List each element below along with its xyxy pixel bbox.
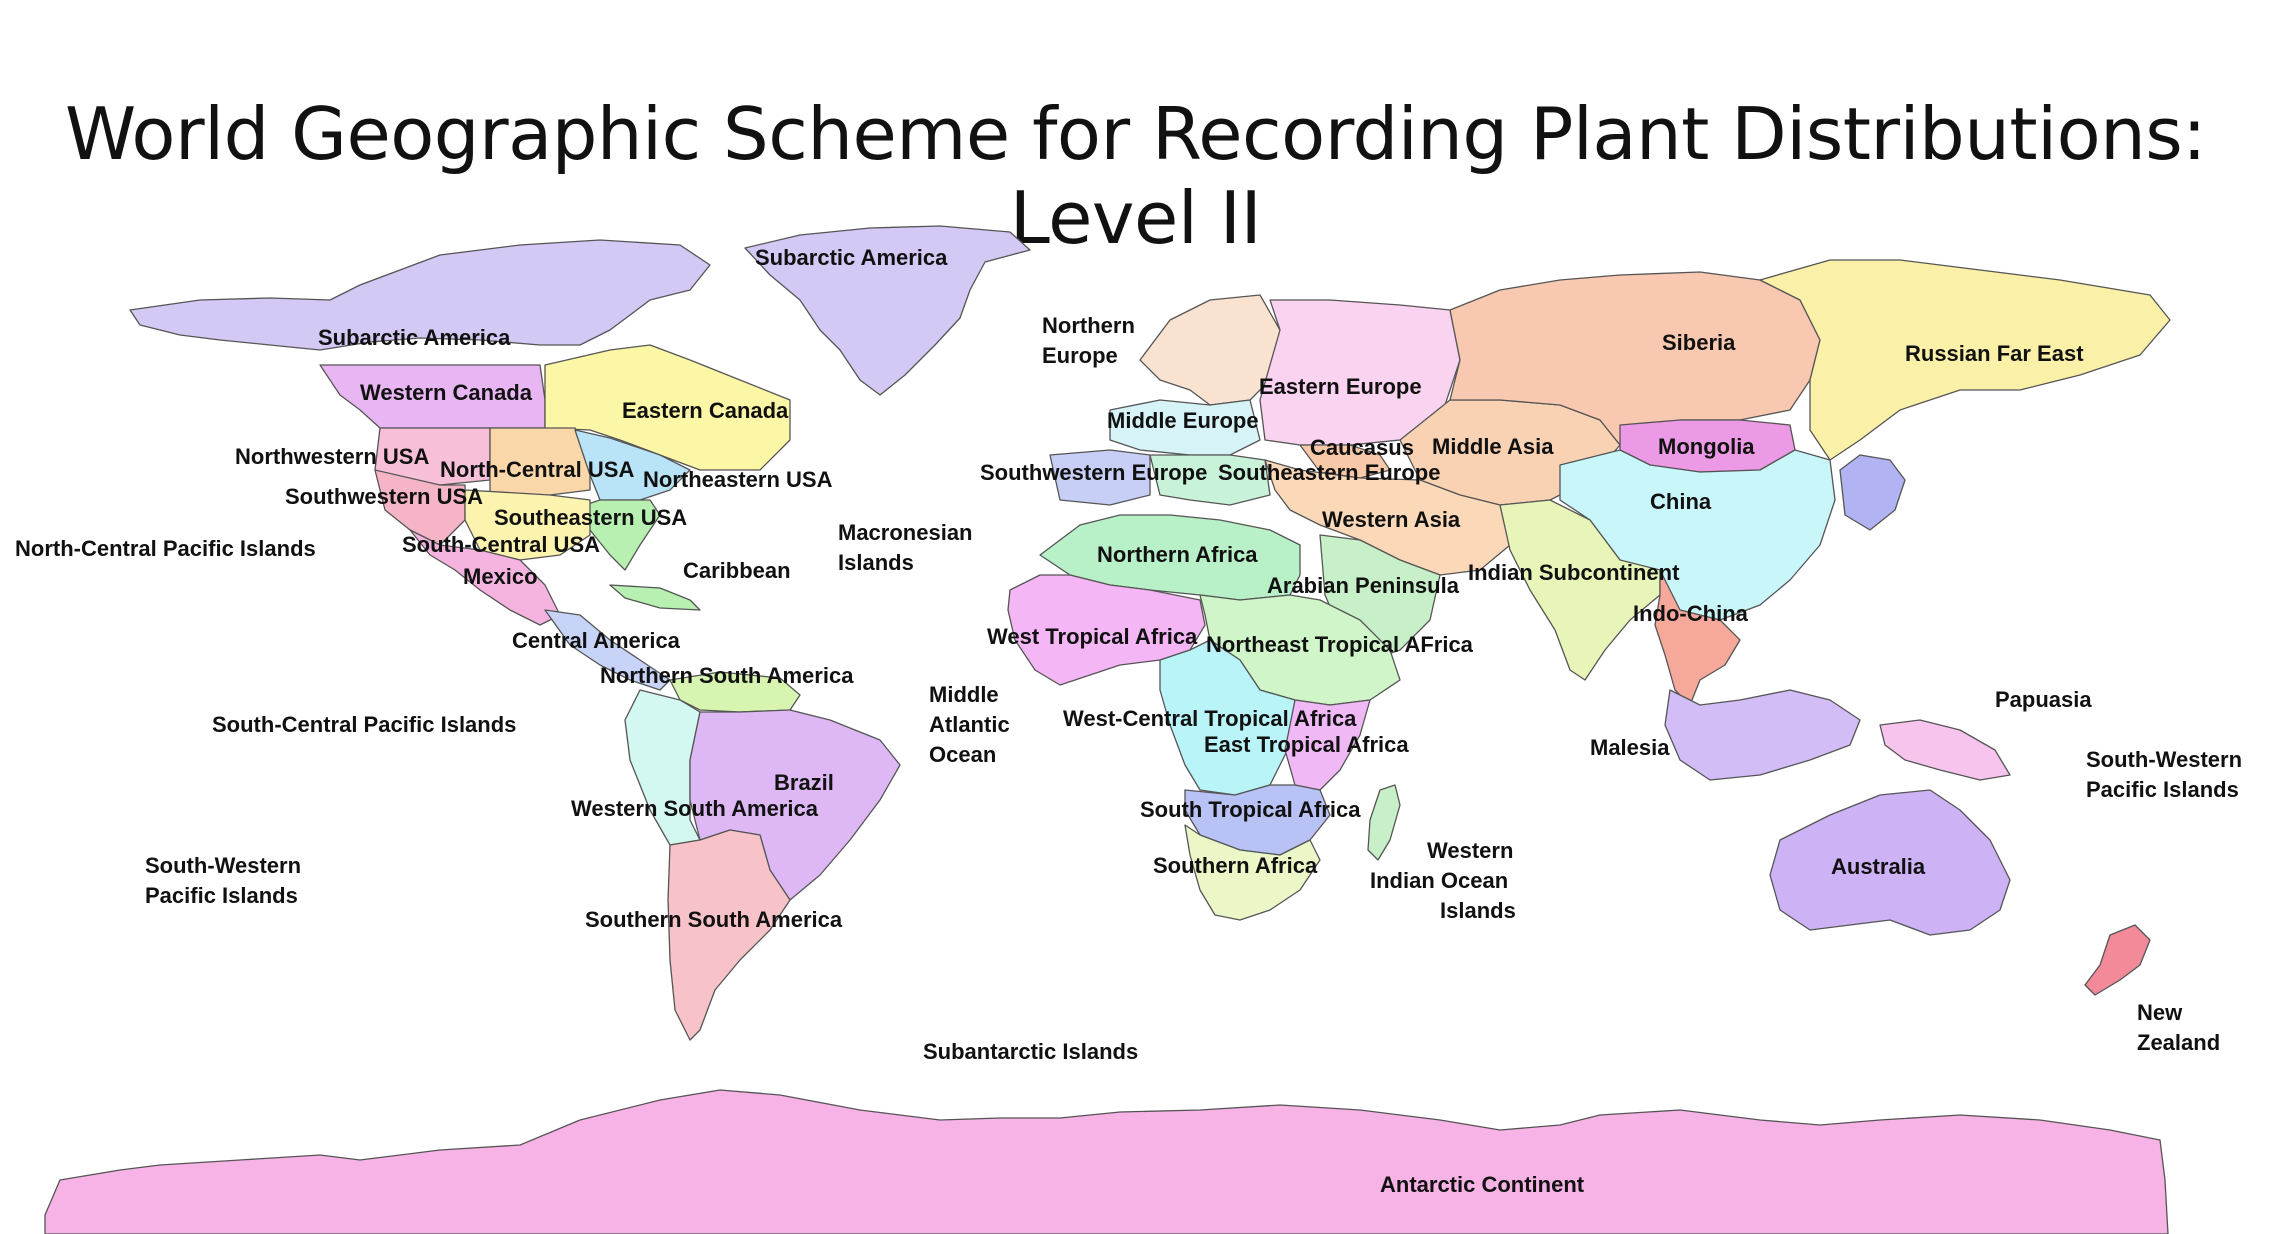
region-japan-korea[interactable] bbox=[1839, 454, 1906, 531]
label-western-asia: Western Asia bbox=[1322, 507, 1461, 532]
label-south-central-pacific: South-Central Pacific Islands bbox=[212, 712, 516, 737]
label-nz-1: New bbox=[2137, 1000, 2183, 1025]
label-western-canada: Western Canada bbox=[360, 380, 533, 405]
label-sw-pacific-right-1: South-Western bbox=[2086, 747, 2242, 772]
label-east-tropical-africa: East Tropical Africa bbox=[1204, 732, 1409, 757]
label-southwestern-usa: Southwestern USA bbox=[285, 484, 483, 509]
label-sw-pacific-right-2: Pacific Islands bbox=[2086, 777, 2239, 802]
label-wc-tropical-africa: West-Central Tropical Africa bbox=[1063, 706, 1357, 731]
label-middle-asia: Middle Asia bbox=[1432, 434, 1554, 459]
label-mongolia: Mongolia bbox=[1658, 434, 1755, 459]
label-sw-pacific-left-2: Pacific Islands bbox=[145, 883, 298, 908]
label-northwestern-usa: Northwestern USA bbox=[235, 444, 429, 469]
label-papuasia: Papuasia bbox=[1995, 687, 2092, 712]
label-indian-subcontinent: Indian Subcontinent bbox=[1468, 560, 1680, 585]
label-sw-pacific-left-1: South-Western bbox=[145, 853, 301, 878]
label-central-america: Central America bbox=[512, 628, 681, 653]
label-northern-south-america: Northern South America bbox=[600, 663, 854, 688]
region-caribbean[interactable] bbox=[609, 584, 701, 611]
region-malesia[interactable] bbox=[1664, 689, 1861, 781]
label-china: China bbox=[1650, 489, 1712, 514]
label-siberia: Siberia bbox=[1662, 330, 1736, 355]
label-west-tropical-africa: West Tropical Africa bbox=[987, 624, 1198, 649]
label-subarctic-greenland: Subarctic America bbox=[755, 245, 948, 270]
label-caribbean: Caribbean bbox=[683, 558, 791, 583]
region-antarctic-continent[interactable] bbox=[44, 1089, 2169, 1234]
label-northern-europe-2: Europe bbox=[1042, 343, 1118, 368]
label-indo-china: Indo-China bbox=[1633, 601, 1749, 626]
region-western-south-america[interactable] bbox=[624, 689, 701, 846]
label-eastern-canada: Eastern Canada bbox=[622, 398, 789, 423]
label-antarctic: Antarctic Continent bbox=[1380, 1172, 1585, 1197]
label-north-central-usa: North-Central USA bbox=[440, 457, 634, 482]
label-subarctic-america: Subarctic America bbox=[318, 325, 511, 350]
world-map: Subarctic America Subarctic America West… bbox=[15, 225, 2242, 1234]
label-malesia: Malesia bbox=[1590, 735, 1670, 760]
label-wio-1: Western bbox=[1427, 838, 1513, 863]
label-south-tropical-africa: South Tropical Africa bbox=[1140, 797, 1361, 822]
label-nz-2: Zealand bbox=[2137, 1030, 2220, 1055]
label-middle-atlantic-3: Ocean bbox=[929, 742, 996, 767]
label-southeastern-europe: Southeastern Europe bbox=[1218, 460, 1440, 485]
label-wio-3: Islands bbox=[1440, 898, 1516, 923]
label-western-south-america: Western South America bbox=[571, 796, 819, 821]
label-north-central-pacific: North-Central Pacific Islands bbox=[15, 536, 316, 561]
label-macronesian-1: Macronesian bbox=[838, 520, 973, 545]
label-ne-tropical-africa: Northeast Tropical AFrica bbox=[1206, 632, 1474, 657]
label-middle-atlantic-1: Middle bbox=[929, 682, 999, 707]
region-new-zealand[interactable] bbox=[2084, 924, 2151, 996]
label-southern-africa: Southern Africa bbox=[1153, 853, 1318, 878]
label-middle-europe: Middle Europe bbox=[1107, 408, 1259, 433]
label-brazil: Brazil bbox=[774, 770, 834, 795]
label-arabian-peninsula: Arabian Peninsula bbox=[1267, 573, 1460, 598]
label-southern-south-america: Southern South America bbox=[585, 907, 843, 932]
label-caucasus: Caucasus bbox=[1310, 435, 1414, 460]
label-mexico: Mexico bbox=[463, 564, 538, 589]
label-wio-2: Indian Ocean bbox=[1370, 868, 1508, 893]
label-northeastern-usa: Northeastern USA bbox=[643, 467, 833, 492]
label-eastern-europe: Eastern Europe bbox=[1259, 374, 1422, 399]
label-russian-far-east: Russian Far East bbox=[1905, 341, 2084, 366]
region-papuasia[interactable] bbox=[1879, 719, 2011, 781]
label-northern-africa: Northern Africa bbox=[1097, 542, 1258, 567]
label-middle-atlantic-2: Atlantic bbox=[929, 712, 1010, 737]
label-australia: Australia bbox=[1831, 854, 1926, 879]
label-subantarctic: Subantarctic Islands bbox=[923, 1039, 1138, 1064]
label-northern-europe-1: Northern bbox=[1042, 313, 1135, 338]
label-southwestern-europe: Southwestern Europe bbox=[980, 460, 1207, 485]
label-macronesian-2: Islands bbox=[838, 550, 914, 575]
label-south-central-usa: South-Central USA bbox=[402, 532, 600, 557]
region-western-indian-ocean-islands[interactable] bbox=[1367, 784, 1401, 861]
label-southeastern-usa: Southeastern USA bbox=[494, 505, 687, 530]
